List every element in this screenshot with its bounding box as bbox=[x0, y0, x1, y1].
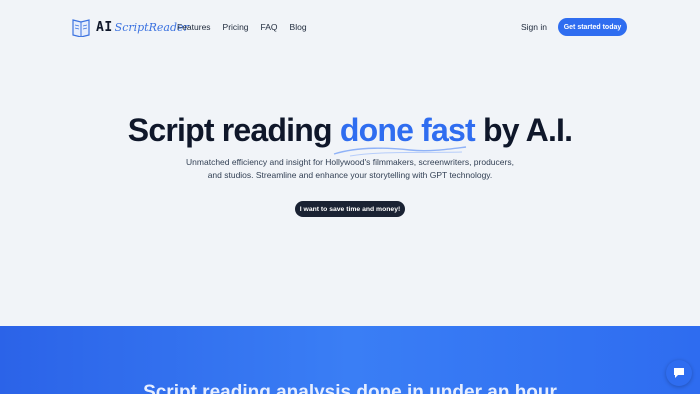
feature-band: Script reading analysis done in under an… bbox=[0, 326, 700, 394]
get-started-button[interactable]: Get started today bbox=[558, 18, 627, 36]
save-time-button[interactable]: I want to save time and money! bbox=[295, 201, 405, 217]
nav-faq[interactable]: FAQ bbox=[261, 22, 278, 32]
nav-blog[interactable]: Blog bbox=[290, 22, 307, 32]
site-header: AI ScriptReader Features Pricing FAQ Blo… bbox=[0, 0, 700, 56]
book-icon bbox=[72, 19, 90, 37]
hero-subtitle: Unmatched efficiency and insight for Hol… bbox=[186, 157, 514, 180]
hero-title-post: by A.I. bbox=[474, 112, 573, 148]
hero-title-accent: done fast bbox=[339, 112, 476, 148]
nav-pricing[interactable]: Pricing bbox=[223, 22, 249, 32]
main-nav: Features Pricing FAQ Blog bbox=[177, 22, 319, 32]
chat-widget-button[interactable] bbox=[666, 360, 692, 386]
logo-prefix: AI bbox=[96, 19, 113, 35]
logo-link[interactable]: AI ScriptReader bbox=[72, 16, 189, 38]
hero-title-pre: Script reading bbox=[127, 112, 340, 148]
nav-features[interactable]: Features bbox=[177, 22, 211, 32]
chat-bubble-icon bbox=[674, 368, 684, 378]
section-title: Script reading analysis done in under an… bbox=[143, 382, 557, 394]
signin-link[interactable]: Sign in bbox=[521, 22, 547, 32]
